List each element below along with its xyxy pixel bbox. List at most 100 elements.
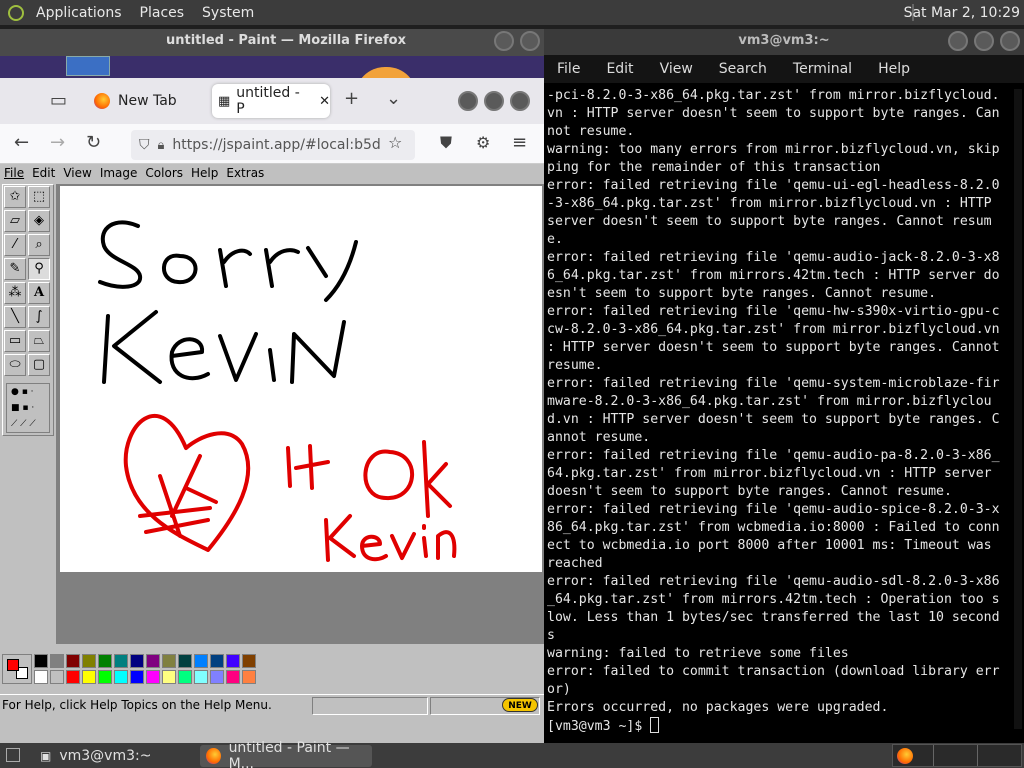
tab-overview-icon[interactable]: ▭: [50, 90, 67, 111]
lock-icon[interactable]: 🔒︎: [158, 138, 165, 153]
close-button[interactable]: [1000, 31, 1020, 51]
maximize-button[interactable]: [974, 31, 994, 51]
firefox-icon: [206, 748, 221, 764]
workspace-switcher[interactable]: [892, 744, 1022, 767]
palette-swatch[interactable]: [226, 670, 240, 684]
places-menu[interactable]: Places: [134, 0, 191, 25]
palette-swatch[interactable]: [98, 670, 112, 684]
back-arrow-icon[interactable]: ←: [14, 132, 29, 153]
airbrush-tool-icon[interactable]: ⁂: [4, 282, 26, 304]
maximize-button[interactable]: [484, 91, 504, 111]
url-bar[interactable]: ⛉ 🔒︎ https://jspaint.app/#local:b5d: [131, 130, 415, 160]
magnifier-tool-icon[interactable]: ⌕: [28, 234, 50, 256]
fill-tool-icon[interactable]: ◈: [28, 210, 50, 232]
new-tab-icon[interactable]: +: [344, 88, 359, 109]
url-text[interactable]: https://jspaint.app/#local:b5d: [172, 137, 380, 153]
palette-swatch[interactable]: [34, 654, 48, 668]
clock[interactable]: Sat Mar 2, 10:29: [904, 0, 1020, 25]
minimize-button[interactable]: [948, 31, 968, 51]
palette-swatch[interactable]: [130, 654, 144, 668]
palette-swatch[interactable]: [226, 654, 240, 668]
curve-tool-icon[interactable]: ∫: [28, 306, 50, 328]
pencil-tool-icon[interactable]: ✎: [4, 258, 26, 280]
firefox-window-titlebar[interactable]: untitled - Paint — Mozilla Firefox: [0, 29, 572, 56]
taskbar-item-firefox[interactable]: untitled - Paint — M...: [200, 740, 372, 768]
text-tool-icon[interactable]: A: [28, 282, 50, 304]
color-picker-tool-icon[interactable]: ⁄: [4, 234, 26, 256]
palette-swatch[interactable]: [66, 654, 80, 668]
palette-swatch[interactable]: [82, 654, 96, 668]
menu-view[interactable]: View: [647, 61, 706, 77]
reload-icon[interactable]: ↻: [86, 132, 101, 153]
hamburger-menu-icon[interactable]: ≡: [512, 132, 527, 153]
applications-menu[interactable]: Applications: [30, 0, 128, 25]
select-tool-icon[interactable]: ⬚: [28, 186, 50, 208]
menu-help[interactable]: Help: [865, 61, 923, 77]
eraser-tool-icon[interactable]: ▱: [4, 210, 26, 232]
tab-paint[interactable]: ▦ untitled - P ✕: [212, 84, 330, 118]
menu-file[interactable]: File: [544, 61, 593, 77]
menu-edit[interactable]: Edit: [593, 61, 646, 77]
palette-swatch[interactable]: [98, 654, 112, 668]
close-tab-icon[interactable]: ✕: [319, 94, 330, 109]
ellipse-tool-icon[interactable]: ⬭: [4, 354, 26, 376]
palette-swatch[interactable]: [178, 654, 192, 668]
palette-swatch[interactable]: [210, 670, 224, 684]
palette-swatch[interactable]: [178, 670, 192, 684]
palette-swatch[interactable]: [34, 670, 48, 684]
palette-swatch[interactable]: [50, 654, 64, 668]
polygon-tool-icon[interactable]: ⏢: [28, 330, 50, 352]
palette-swatch[interactable]: [130, 670, 144, 684]
rounded-rectangle-tool-icon[interactable]: ▢: [28, 354, 50, 376]
new-badge[interactable]: NEW: [502, 698, 538, 712]
palette-swatch[interactable]: [66, 670, 80, 684]
pocket-icon[interactable]: ⛊: [440, 133, 452, 153]
palette-swatch[interactable]: [82, 670, 96, 684]
palette-swatch[interactable]: [194, 654, 208, 668]
palette-swatch[interactable]: [162, 670, 176, 684]
palette-swatch[interactable]: [242, 670, 256, 684]
palette-swatch[interactable]: [146, 670, 160, 684]
brush-size-options[interactable]: ● ▪ · ■ ▪ · ⟋ ⟋ ⟋: [6, 383, 50, 433]
palette-swatch[interactable]: [146, 654, 160, 668]
menu-search[interactable]: Search: [706, 61, 780, 77]
palette-swatch[interactable]: [50, 670, 64, 684]
free-select-tool-icon[interactable]: ✩: [4, 186, 26, 208]
palette-swatch[interactable]: [114, 654, 128, 668]
maximize-button[interactable]: [520, 31, 540, 51]
taskbar-item-terminal[interactable]: ▣ vm3@vm3:~: [34, 745, 194, 767]
palette-swatch[interactable]: [114, 670, 128, 684]
brush-tool-icon[interactable]: ⚲: [28, 258, 50, 280]
line-tool-icon[interactable]: ╲: [4, 306, 26, 328]
tab-list-chevron-down-icon[interactable]: ⌄: [386, 88, 401, 109]
extensions-icon[interactable]: ⚙: [476, 133, 490, 152]
paint-menu-edit[interactable]: Edit: [28, 166, 59, 180]
terminal-output[interactable]: -pci-8.2.0-3-x86_64.pkg.tar.zst' from mi…: [544, 83, 1006, 736]
palette-swatch[interactable]: [194, 670, 208, 684]
close-button[interactable]: [510, 91, 530, 111]
paint-menu-image[interactable]: Image: [96, 166, 142, 180]
drawing-canvas[interactable]: [60, 186, 542, 572]
terminal-scrollbar[interactable]: [1014, 89, 1022, 729]
status-text: For Help, click Help Topics on the Help …: [2, 698, 272, 712]
primary-color-swatch[interactable]: [7, 659, 19, 671]
shield-icon[interactable]: ⛉: [139, 137, 150, 153]
gnome-logo-icon[interactable]: [8, 4, 24, 21]
paint-menu-colors[interactable]: Colors: [141, 166, 187, 180]
show-desktop-icon[interactable]: [6, 748, 20, 762]
forward-arrow-icon[interactable]: →: [50, 132, 65, 153]
rectangle-tool-icon[interactable]: ▭: [4, 330, 26, 352]
paint-menu-help[interactable]: Help: [187, 166, 222, 180]
bookmark-star-icon[interactable]: ☆: [388, 133, 402, 152]
menu-terminal[interactable]: Terminal: [780, 61, 865, 77]
minimize-button[interactable]: [458, 91, 478, 111]
system-menu[interactable]: System: [196, 0, 260, 25]
paint-menu-file[interactable]: File: [0, 166, 28, 180]
paint-menu-extras[interactable]: Extras: [222, 166, 268, 180]
palette-swatch[interactable]: [162, 654, 176, 668]
minimize-button[interactable]: [494, 31, 514, 51]
paint-menu-view[interactable]: View: [59, 166, 95, 180]
tab-new-tab[interactable]: New Tab: [86, 84, 206, 118]
palette-swatch[interactable]: [210, 654, 224, 668]
palette-swatch[interactable]: [242, 654, 256, 668]
